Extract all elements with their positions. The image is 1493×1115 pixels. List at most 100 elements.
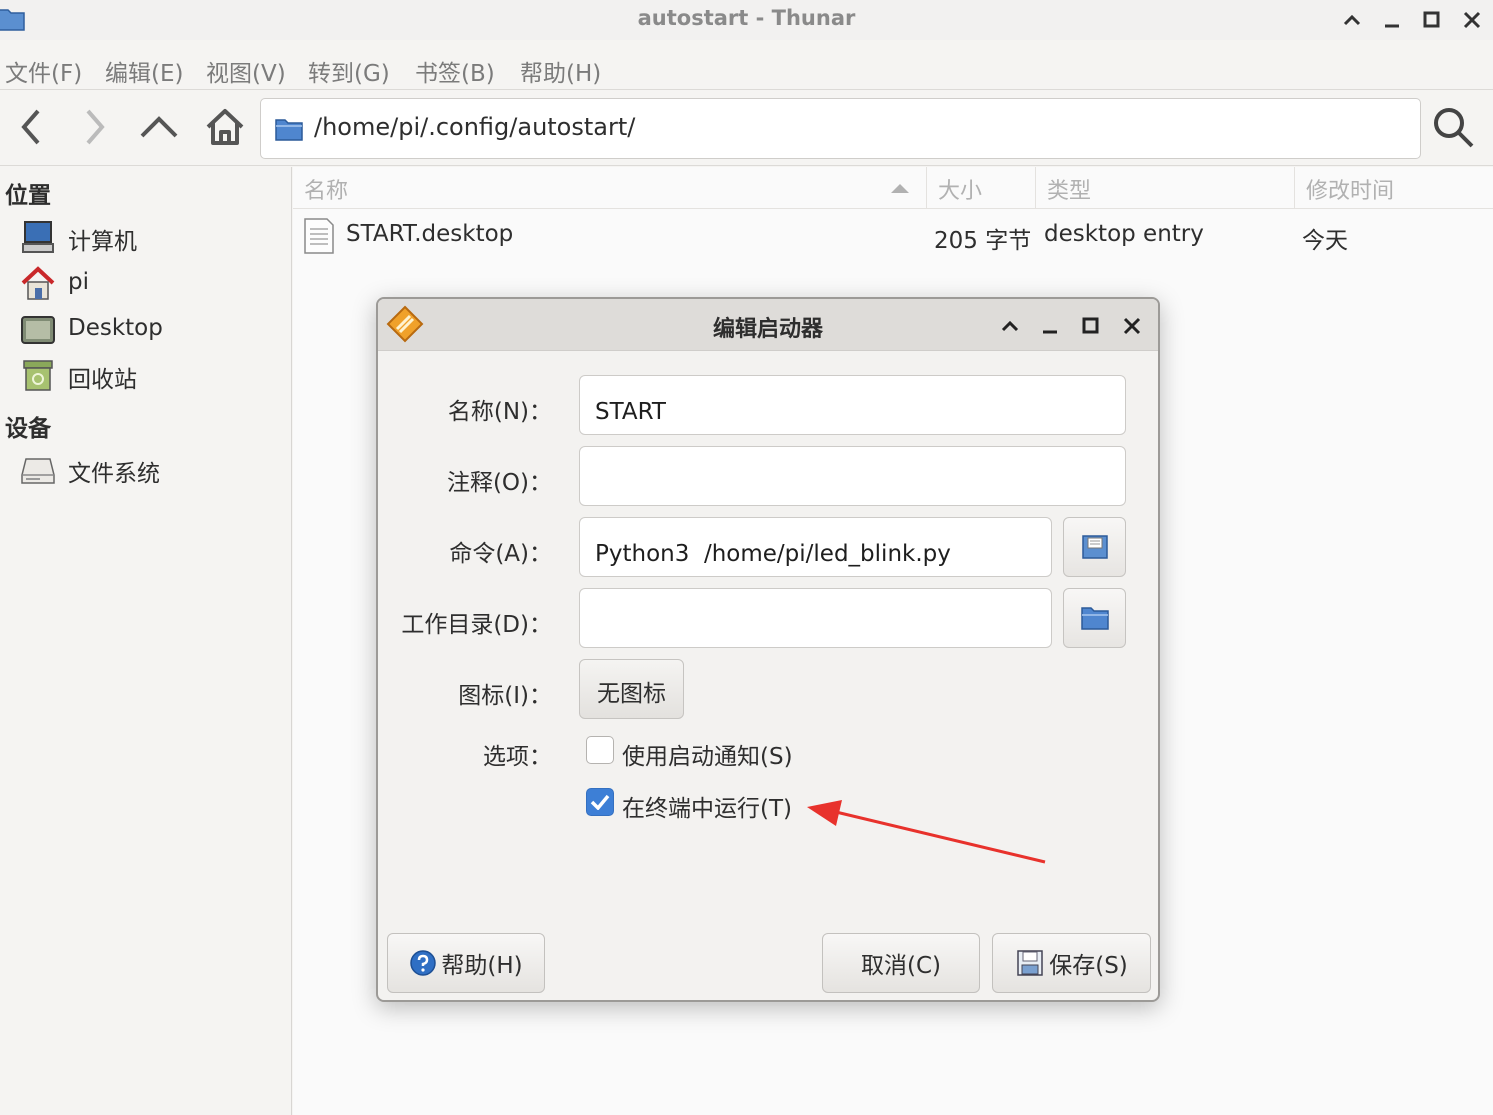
- folder-icon: [275, 119, 303, 141]
- save-button-label: 保存(S): [1049, 953, 1128, 979]
- home-icon: [21, 266, 55, 300]
- open-file-icon: [1081, 535, 1108, 559]
- folder-icon: [1080, 607, 1109, 630]
- window-titlebar: autostart - Thunar: [0, 0, 1493, 40]
- help-icon: [410, 950, 437, 976]
- command-label: 命令(A)：: [449, 541, 552, 567]
- menu-help[interactable]: 帮助(H): [520, 54, 601, 88]
- sidebar-item-pi[interactable]: pi: [20, 264, 280, 304]
- sidebar-item-label: 回收站: [68, 367, 137, 393]
- cancel-button[interactable]: 取消(C): [822, 933, 980, 993]
- menu-file[interactable]: 文件(F): [5, 54, 82, 88]
- cancel-button-label: 取消(C): [860, 953, 941, 979]
- choose-icon-button[interactable]: 无图标: [579, 659, 684, 719]
- menu-bar: 文件(F) 编辑(E) 视图(V) 转到(G) 书签(B) 帮助(H): [0, 44, 1493, 90]
- sidebar-item-label: 文件系统: [68, 461, 160, 487]
- comment-field[interactable]: [579, 446, 1126, 506]
- maximize-icon: [1082, 317, 1099, 334]
- dialog-close-button[interactable]: [1119, 313, 1145, 339]
- dialog-minimize-button[interactable]: [1037, 313, 1063, 339]
- desktop-icon: [21, 316, 55, 344]
- save-button[interactable]: 保存(S): [992, 933, 1151, 993]
- forward-button[interactable]: [70, 102, 120, 152]
- up-button[interactable]: [134, 102, 184, 152]
- sort-ascending-icon: [891, 184, 909, 193]
- list-header: 名称 大小 类型 修改时间: [293, 167, 1493, 209]
- sidebar-item-label: pi: [68, 269, 89, 295]
- browse-directory-button[interactable]: [1063, 588, 1126, 648]
- startup-notification-checkbox[interactable]: [586, 736, 614, 764]
- run-in-terminal-checkbox[interactable]: [586, 788, 614, 816]
- chevron-left-icon: [21, 109, 40, 145]
- window-shade-button[interactable]: [1338, 6, 1366, 34]
- sidebar-item-trash[interactable]: 回收站: [20, 355, 280, 395]
- sidebar-heading-places: 位置: [5, 183, 51, 209]
- window-minimize-button[interactable]: [1378, 6, 1406, 34]
- column-header-modified[interactable]: 修改时间: [1306, 173, 1394, 205]
- close-icon: [1463, 11, 1481, 29]
- back-button[interactable]: [6, 102, 56, 152]
- home-icon: [206, 109, 244, 145]
- dialog-titlebar: 编辑启动器: [378, 299, 1158, 351]
- search-button[interactable]: [1428, 102, 1478, 152]
- sidebar-item-computer[interactable]: 计算机: [20, 217, 280, 257]
- comment-label: 注释(O)：: [446, 470, 552, 496]
- sidebar-item-label: 计算机: [68, 229, 137, 255]
- sidebar-item-desktop[interactable]: Desktop: [20, 310, 280, 350]
- menu-view[interactable]: 视图(V): [206, 54, 286, 88]
- column-separator: [1035, 167, 1036, 209]
- dialog-maximize-button[interactable]: [1078, 313, 1104, 339]
- search-icon: [1434, 108, 1474, 148]
- minimize-icon: [1385, 24, 1399, 28]
- sidebar-heading-devices: 设备: [5, 416, 51, 442]
- maximize-icon: [1423, 11, 1440, 28]
- column-header-name[interactable]: 名称: [304, 173, 348, 205]
- computer-icon: [22, 221, 54, 253]
- dialog-shade-button[interactable]: [997, 313, 1023, 339]
- save-icon: [1017, 950, 1043, 976]
- column-header-type[interactable]: 类型: [1047, 173, 1091, 205]
- name-field[interactable]: [579, 375, 1126, 435]
- startup-notification-label[interactable]: 使用启动通知(S): [622, 737, 793, 771]
- toolbar: /home/pi/.config/autostart/: [0, 90, 1493, 166]
- help-button[interactable]: 帮助(H): [387, 933, 545, 993]
- menu-bookmarks[interactable]: 书签(B): [415, 54, 495, 88]
- chevron-up-icon: [1343, 14, 1361, 26]
- window-close-button[interactable]: [1458, 6, 1486, 34]
- browse-command-button[interactable]: [1063, 517, 1126, 577]
- file-type: desktop entry: [1044, 221, 1204, 247]
- home-button[interactable]: [200, 102, 250, 152]
- sidebar-item-label: Desktop: [68, 315, 163, 341]
- minimize-icon: [1043, 330, 1057, 334]
- chevron-up-icon: [140, 116, 178, 138]
- location-path[interactable]: /home/pi/.config/autostart/: [314, 113, 635, 141]
- help-button-label: 帮助(H): [441, 953, 523, 979]
- file-size: 205 字节: [934, 228, 1032, 254]
- file-name: START.desktop: [346, 221, 514, 247]
- location-bar[interactable]: /home/pi/.config/autostart/: [260, 98, 1421, 159]
- working-directory-field[interactable]: [579, 588, 1052, 648]
- column-separator: [926, 167, 927, 209]
- checkmark-icon: [590, 794, 610, 810]
- trash-icon: [23, 360, 53, 391]
- edit-launcher-dialog: 编辑启动器 名称(N)： 注释(O)： 命令(A)： 工作目录(D)：: [376, 297, 1160, 1002]
- drive-icon: [21, 458, 55, 484]
- sidebar: 位置 计算机 pi Desktop 回收站 设备 文件系统: [0, 167, 292, 1115]
- menu-edit[interactable]: 编辑(E): [105, 54, 183, 88]
- icon-label: 图标(I)：: [458, 683, 552, 709]
- name-label: 名称(N)：: [447, 399, 552, 425]
- working-directory-label: 工作目录(D)：: [401, 612, 552, 638]
- menu-go[interactable]: 转到(G): [308, 54, 390, 88]
- chevron-up-icon: [1001, 320, 1019, 332]
- command-field[interactable]: [579, 517, 1052, 577]
- options-label: 选项：: [483, 744, 552, 770]
- close-icon: [1123, 317, 1141, 335]
- window-title: autostart - Thunar: [637, 6, 856, 30]
- sidebar-item-filesystem[interactable]: 文件系统: [20, 449, 280, 489]
- column-header-size[interactable]: 大小: [938, 173, 982, 205]
- run-in-terminal-label[interactable]: 在终端中运行(T): [622, 789, 792, 823]
- column-separator: [1294, 167, 1295, 209]
- text-file-icon: [304, 218, 334, 254]
- chevron-right-icon: [86, 109, 105, 145]
- window-maximize-button[interactable]: [1418, 6, 1446, 34]
